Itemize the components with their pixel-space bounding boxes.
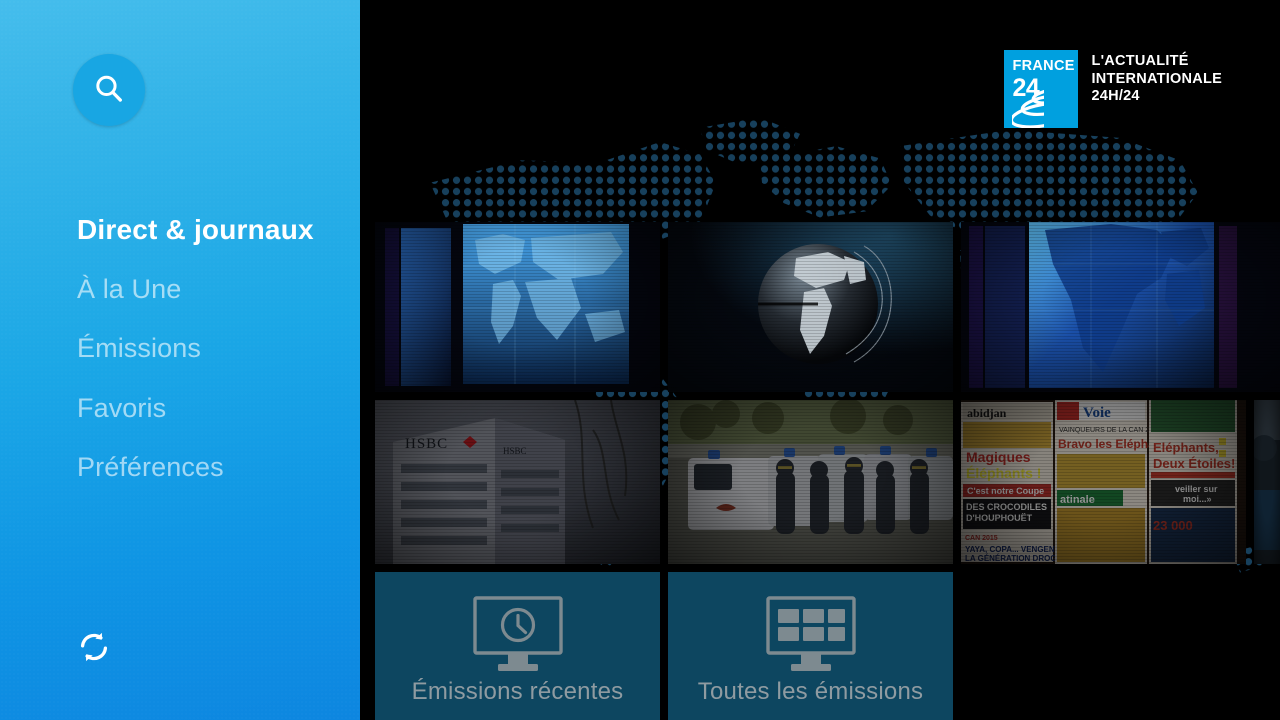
monitor-grid-icon [668,594,953,680]
tile-news-extra-partial[interactable] [1254,400,1280,564]
app-screen: Direct & journaux À la Une Émissions Fav… [0,0,1280,720]
svg-text:CAN 2015: CAN 2015 [965,535,998,542]
refresh-icon [76,629,112,668]
tile-art-dark-globe [668,222,953,392]
svg-text:LA GÉNÉRATION DROGBA: LA GÉNÉRATION DROGBA [965,554,1068,563]
monitor-clock-icon [375,594,660,680]
tile-toutes-les-emissions[interactable]: Toutes les émissions [668,572,953,720]
svg-text:Magiques: Magiques [966,449,1031,465]
refresh-button[interactable] [72,626,116,670]
svg-text:DES CROCODILES: DES CROCODILES [966,502,1047,512]
search-icon [92,72,126,109]
tile-art-blue-world-map [375,222,660,392]
svg-text:VAINQUEURS DE LA CAN 2015: VAINQUEURS DE LA CAN 2015 [1059,427,1161,434]
svg-text:moi...»: moi...» [1183,494,1212,504]
tile-art-police-vans [668,400,953,564]
tile-live-globe-center[interactable] [668,222,953,392]
svg-text:C'est notre Coupe: C'est notre Coupe [967,486,1044,496]
tile-live-africa-map-right[interactable] [961,222,1280,392]
svg-text:Eléphants,: Eléphants, [1153,440,1219,455]
tile-art-person-photo-partial [1254,400,1280,564]
svg-text:HSBC: HSBC [503,446,527,456]
tile-art-hsbc-tower: HSBC HSBC [375,400,660,564]
tile-news-police-vans[interactable] [668,400,953,564]
sidebar-item-direct-journaux[interactable]: Direct & journaux [77,214,347,245]
tile-art-blue-africa-map [961,222,1280,392]
sidebar-item-a-la-une[interactable]: À la Une [77,275,347,304]
svg-text:Voie: Voie [1083,405,1111,421]
tile-news-hsbc-building[interactable]: HSBC HSBC [375,400,660,564]
france24-logo-mark: FRANCE 24 [1004,50,1079,128]
svg-text:D'HOUPHOUËT: D'HOUPHOUËT [966,513,1033,523]
tile-live-world-map-left[interactable] [375,222,660,392]
tile-emissions-recentes[interactable]: Émissions récentes [375,572,660,720]
logo-tagline: L'ACTUALITÉ INTERNATIONALE 24H/24 [1091,53,1222,105]
svg-text:Deux Étoiles!: Deux Étoiles! [1153,456,1235,471]
svg-text:23 000: 23 000 [1153,518,1193,533]
svg-text:abidjan: abidjan [967,406,1007,420]
sidebar-item-emissions[interactable]: Émissions [77,334,347,363]
sidebar-nav: Direct & journaux À la Une Émissions Fav… [77,214,347,482]
svg-text:Éléphants !: Éléphants ! [966,465,1041,481]
logo-france-text: FRANCE [1012,58,1075,74]
sidebar-item-preferences[interactable]: Préférences [77,452,347,482]
search-button[interactable] [73,54,145,126]
svg-text:HSBC: HSBC [405,436,448,452]
sidebar: Direct & journaux À la Une Émissions Fav… [0,0,360,720]
tile-art-newspaper-frontpages: abidjan Magiques Éléphants ! C'est notre… [961,400,1246,564]
tile-label-emissions-recentes: Émissions récentes [411,678,624,705]
france24-logo: FRANCE 24 L'ACTUALITÉ INTERNATIONALE 24H… [1004,50,1222,128]
svg-text:veiller sur: veiller sur [1175,484,1218,494]
svg-text:atinale: atinale [1060,494,1095,506]
svg-text:YAYA, COPA... VENGENT: YAYA, COPA... VENGENT [965,545,1060,554]
tile-label-toutes-les-emissions: Toutes les émissions [697,678,924,705]
tile-news-newspapers[interactable]: abidjan Magiques Éléphants ! C'est notre… [961,400,1246,564]
sidebar-item-favoris[interactable]: Favoris [77,393,347,423]
